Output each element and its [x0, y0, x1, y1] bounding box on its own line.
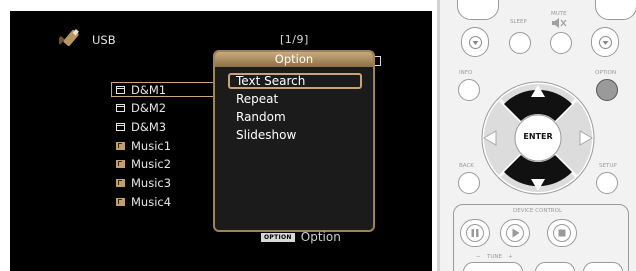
arrow-up-icon — [531, 85, 545, 97]
speaker-mute-icon — [552, 18, 567, 28]
list-item-label: Music2 — [131, 157, 172, 171]
option-hint-label: Option — [300, 230, 341, 244]
tune-key[interactable] — [463, 262, 523, 271]
option-menu-popup: Option Text Search Repeat Random Slidesh… — [213, 50, 375, 232]
top-right-key[interactable] — [595, 0, 636, 20]
option-menu-item-repeat[interactable]: Repeat — [236, 91, 278, 107]
option-menu-item-text-search[interactable]: Text Search — [236, 73, 305, 89]
arrow-left-icon[interactable] — [483, 130, 497, 146]
option-menu-item-random[interactable]: Random — [236, 109, 286, 125]
top-left-key[interactable] — [457, 0, 499, 20]
list-item[interactable]: Music2 — [116, 156, 171, 172]
arrow-down-icon — [531, 179, 545, 191]
music-file-icon — [116, 142, 125, 150]
list-item[interactable]: Music3 — [116, 175, 171, 191]
music-file-icon — [116, 179, 125, 187]
play-icon — [506, 224, 524, 242]
folder-icon — [116, 104, 125, 112]
stop-icon — [553, 224, 571, 242]
tune-label: TUNE — [487, 254, 502, 260]
list-item-label: Music1 — [131, 139, 172, 153]
list-item[interactable]: D&M1 — [116, 82, 166, 98]
list-item-label: D&M2 — [131, 101, 167, 115]
setup-button[interactable] — [596, 172, 618, 194]
folder-icon — [116, 123, 125, 131]
list-item[interactable]: Music1 — [116, 138, 171, 154]
info-label: INFO — [459, 70, 473, 76]
page-indicator: [1/9] — [280, 33, 309, 46]
option-button[interactable] — [596, 79, 618, 101]
usb-stick-icon — [59, 29, 79, 47]
option-label: OPTION — [595, 70, 617, 76]
remote-edge — [437, 0, 440, 271]
music-file-icon — [116, 198, 125, 206]
option-key-badge: OPTION — [261, 232, 295, 242]
music-file-icon — [116, 160, 125, 168]
source-label: USB — [92, 33, 116, 47]
tune-minus-label: − — [476, 254, 481, 260]
option-hint: OPTION Option — [261, 230, 341, 244]
list-item[interactable]: D&M2 — [116, 100, 166, 116]
sleep-button[interactable] — [509, 32, 531, 54]
osd-screen: USB [1/9] D&M1 D&M2 D&M3 Music1 Music2 M… — [10, 11, 432, 271]
remote-control: SLEEP MUTE INFO OPTION ENTER BACK SETUP … — [437, 0, 636, 271]
option-menu-item-slideshow[interactable]: Slideshow — [236, 127, 296, 143]
option-menu-title: Option — [215, 52, 373, 67]
list-item[interactable]: Music4 — [116, 194, 171, 210]
pause-icon — [466, 224, 484, 242]
list-item-label: Music4 — [131, 195, 172, 209]
mute-button[interactable] — [550, 32, 572, 54]
tune-plus-label: + — [508, 254, 513, 260]
back-label: BACK — [459, 163, 474, 169]
volume-down-key[interactable] — [591, 27, 619, 57]
enter-button[interactable]: ENTER — [517, 126, 559, 148]
folder-icon — [116, 86, 125, 94]
sleep-label: SLEEP — [510, 19, 527, 25]
back-button[interactable] — [458, 172, 480, 194]
list-frame-corner — [374, 56, 381, 66]
list-item-label: Music3 — [131, 176, 172, 190]
list-item-label: D&M1 — [131, 83, 167, 97]
info-button[interactable] — [458, 79, 480, 101]
channel-down-key[interactable] — [461, 27, 489, 57]
arrow-right-icon[interactable] — [579, 130, 593, 146]
setup-label: SETUP — [599, 163, 617, 169]
list-item-label: D&M3 — [131, 120, 167, 134]
stop-button[interactable] — [547, 219, 577, 247]
chevron-down-icon — [469, 36, 482, 49]
mute-label: MUTE — [551, 11, 567, 17]
bottom-key-2[interactable] — [583, 262, 623, 271]
pause-button[interactable] — [460, 219, 490, 247]
device-control-label: DEVICE CONTROL — [513, 208, 563, 214]
play-button[interactable] — [500, 219, 530, 247]
chevron-down-icon — [599, 36, 612, 49]
bottom-key-1[interactable] — [535, 262, 575, 271]
list-item[interactable]: D&M3 — [116, 119, 166, 135]
